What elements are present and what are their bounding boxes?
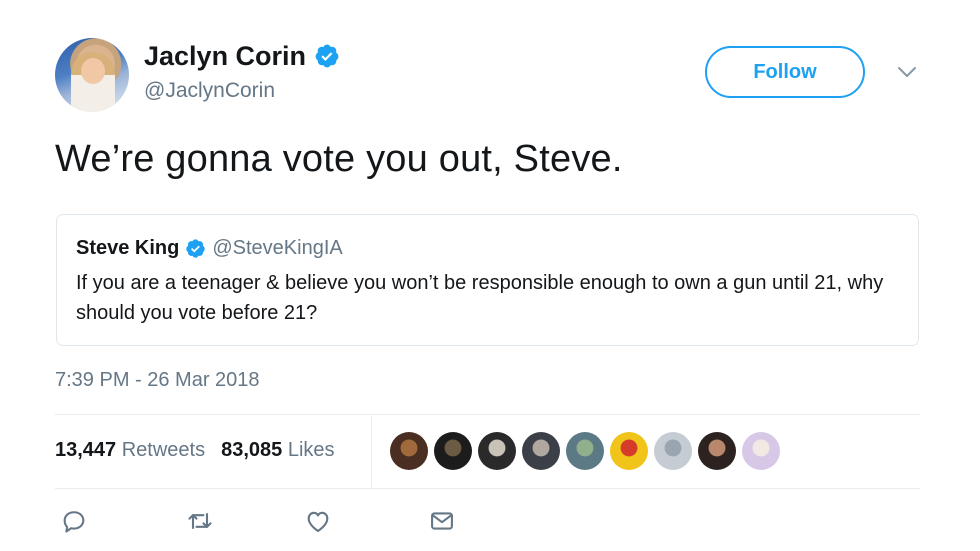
quoted-tweet-text: If you are a teenager & believe you won’… [76,272,884,324]
author-handle[interactable]: @JaclynCorin [144,78,340,104]
liker-avatar[interactable] [566,432,604,470]
tweet-timestamp[interactable]: 7:39 PM - 26 Mar 2018 [55,369,260,392]
liker-avatar[interactable] [698,432,736,470]
liker-avatar[interactable] [610,432,648,470]
retweets-count: 13,447 [55,439,117,461]
quoted-author-name: Steve King [76,237,180,259]
liker-avatar[interactable] [390,432,428,470]
liker-avatars [390,432,780,470]
verified-badge-icon [315,44,339,68]
retweets-stat[interactable]: 13,447 Retweets [55,438,205,462]
author-name-block: Jaclyn Corin @JaclynCorin [144,40,340,104]
stats-vertical-divider [371,416,372,488]
envelope-icon[interactable] [428,507,456,535]
likes-count: 83,085 [221,439,283,461]
author-display-name-row[interactable]: Jaclyn Corin [144,40,340,72]
retweet-icon[interactable] [186,507,214,535]
stats-divider-top [55,414,920,415]
liker-avatar[interactable] [654,432,692,470]
tweet-stats: 13,447 Retweets 83,085 Likes [55,438,335,462]
follow-button[interactable]: Follow [705,46,865,98]
tweet-page: Jaclyn Corin @JaclynCorin Follow We’re g… [0,0,980,551]
author-avatar[interactable] [55,38,129,112]
liker-avatar[interactable] [434,432,472,470]
likes-label: Likes [287,439,335,461]
reply-icon[interactable] [60,507,88,535]
chevron-down-icon[interactable] [896,64,918,80]
author-display-name[interactable]: Jaclyn Corin [144,40,306,72]
liker-avatar[interactable] [478,432,516,470]
liker-avatar[interactable] [742,432,780,470]
heart-icon[interactable] [304,507,332,535]
avatar-face [81,58,105,84]
likes-stat[interactable]: 83,085 Likes [221,438,334,462]
retweets-label: Retweets [121,439,206,461]
verified-badge-icon [186,238,206,258]
quoted-tweet-header: Steve King @SteveKingIA [76,236,343,260]
liker-avatar[interactable] [522,432,560,470]
tweet-text: We’re gonna vote you out, Steve. [55,138,623,180]
stats-divider-bottom [55,488,920,489]
quoted-author-handle: @SteveKingIA [212,237,343,259]
quoted-tweet-card[interactable]: Steve King @SteveKingIA If you are a tee… [56,214,919,346]
